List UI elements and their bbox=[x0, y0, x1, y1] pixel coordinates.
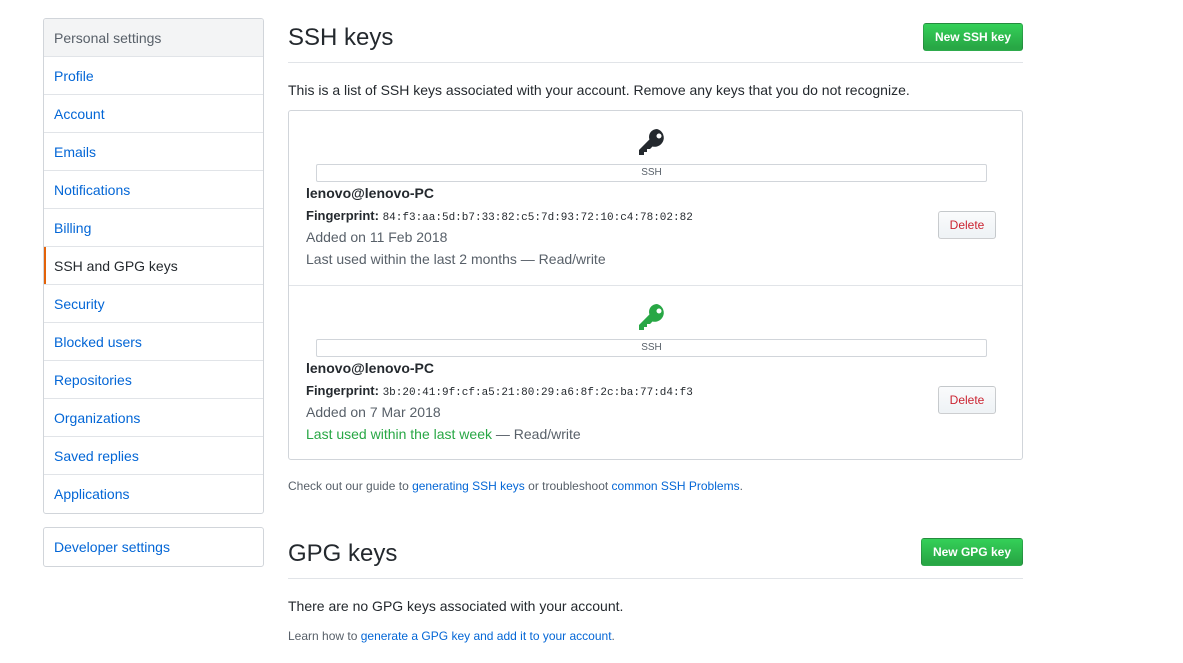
new-ssh-key-button[interactable]: New SSH key bbox=[922, 23, 1023, 51]
key-title: lenovo@lenovo-PC bbox=[306, 360, 434, 376]
ssh-guide-text: Check out our guide to generating SSH ke… bbox=[288, 479, 743, 493]
key-added-date: Added on 11 Feb 2018 bbox=[306, 229, 448, 245]
guide-prefix: Check out our guide to bbox=[288, 479, 413, 493]
sidebar-item-profile[interactable]: Profile bbox=[44, 57, 263, 95]
sidebar-item-ssh-gpg-keys[interactable]: SSH and GPG keys bbox=[44, 247, 263, 285]
fingerprint-label: Fingerprint: bbox=[306, 208, 379, 223]
ssh-keys-list: SSH lenovo@lenovo-PC Fingerprint: 84:f3:… bbox=[288, 110, 1023, 460]
common-ssh-problems-link[interactable]: common SSH Problems bbox=[612, 479, 740, 493]
sidebar-item-organizations[interactable]: Organizations bbox=[44, 399, 263, 437]
guide-suffix: . bbox=[739, 479, 743, 493]
no-gpg-keys-text: There are no GPG keys associated with yo… bbox=[288, 598, 624, 614]
sidebar-item-blocked-users[interactable]: Blocked users bbox=[44, 323, 263, 361]
generating-ssh-keys-link[interactable]: generating SSH keys bbox=[412, 479, 525, 493]
ssh-key-item: SSH lenovo@lenovo-PC Fingerprint: 84:f3:… bbox=[289, 111, 1022, 285]
sidebar-item-emails[interactable]: Emails bbox=[44, 133, 263, 171]
key-fingerprint: Fingerprint: 3b:20:41:9f:cf:a5:21:80:29:… bbox=[306, 383, 693, 399]
sidebar-heading: Personal settings bbox=[44, 19, 263, 57]
ssh-description: This is a list of SSH keys associated wi… bbox=[288, 82, 910, 98]
fingerprint-label: Fingerprint: bbox=[306, 383, 379, 398]
generate-gpg-key-link[interactable]: generate a GPG key and add it to your ac… bbox=[361, 629, 612, 643]
delete-key-button[interactable]: Delete bbox=[938, 211, 996, 239]
fingerprint-value: 84:f3:aa:5d:b7:33:82:c5:7d:93:72:10:c4:7… bbox=[382, 212, 693, 224]
sidebar-item-billing[interactable]: Billing bbox=[44, 209, 263, 247]
settings-sidebar: Personal settings Profile Account Emails… bbox=[43, 18, 264, 514]
sidebar-item-security[interactable]: Security bbox=[44, 285, 263, 323]
sidebar-item-notifications[interactable]: Notifications bbox=[44, 171, 263, 209]
key-fingerprint: Fingerprint: 84:f3:aa:5d:b7:33:82:c5:7d:… bbox=[306, 208, 693, 224]
key-added-date: Added on 7 Mar 2018 bbox=[306, 404, 441, 420]
ssh-key-item: SSH lenovo@lenovo-PC Fingerprint: 3b:20:… bbox=[289, 285, 1022, 459]
gpg-title: GPG keys bbox=[288, 540, 398, 567]
guide-middle: or troubleshoot bbox=[524, 479, 612, 493]
key-title: lenovo@lenovo-PC bbox=[306, 185, 434, 201]
key-last-used: Last used within the last week — Read/wr… bbox=[306, 426, 581, 442]
developer-sidebar: Developer settings bbox=[43, 527, 264, 567]
ssh-title: SSH keys bbox=[288, 24, 394, 51]
key-last-used: Last used within the last 2 months — Rea… bbox=[306, 251, 606, 267]
sidebar-item-applications[interactable]: Applications bbox=[44, 475, 263, 513]
key-type-label: SSH bbox=[316, 164, 987, 182]
sidebar-item-developer-settings[interactable]: Developer settings bbox=[44, 528, 263, 566]
main-content: SSH keys New SSH key This is a list of S… bbox=[288, 0, 1023, 643]
sidebar-item-saved-replies[interactable]: Saved replies bbox=[44, 437, 263, 475]
key-type-label: SSH bbox=[316, 339, 987, 357]
learn-prefix: Learn how to bbox=[288, 629, 361, 643]
gpg-learn-text: Learn how to generate a GPG key and add … bbox=[288, 629, 615, 643]
sidebar-item-account[interactable]: Account bbox=[44, 95, 263, 133]
last-used-text: Last used within the last 2 months bbox=[306, 251, 517, 267]
fingerprint-value: 3b:20:41:9f:cf:a5:21:80:29:a6:8f:2c:ba:7… bbox=[382, 387, 693, 399]
gpg-subhead: GPG keys New GPG key bbox=[288, 516, 1023, 579]
ssh-subhead: SSH keys New SSH key bbox=[288, 0, 1023, 63]
key-icon bbox=[639, 129, 664, 155]
access-level: — Read/write bbox=[516, 251, 606, 267]
delete-key-button[interactable]: Delete bbox=[938, 386, 996, 414]
learn-suffix: . bbox=[611, 629, 615, 643]
key-icon bbox=[639, 304, 664, 330]
last-used-text: Last used within the last week bbox=[306, 426, 492, 442]
access-level: — Read/write bbox=[492, 426, 581, 442]
sidebar-item-repositories[interactable]: Repositories bbox=[44, 361, 263, 399]
new-gpg-key-button[interactable]: New GPG key bbox=[920, 538, 1023, 566]
